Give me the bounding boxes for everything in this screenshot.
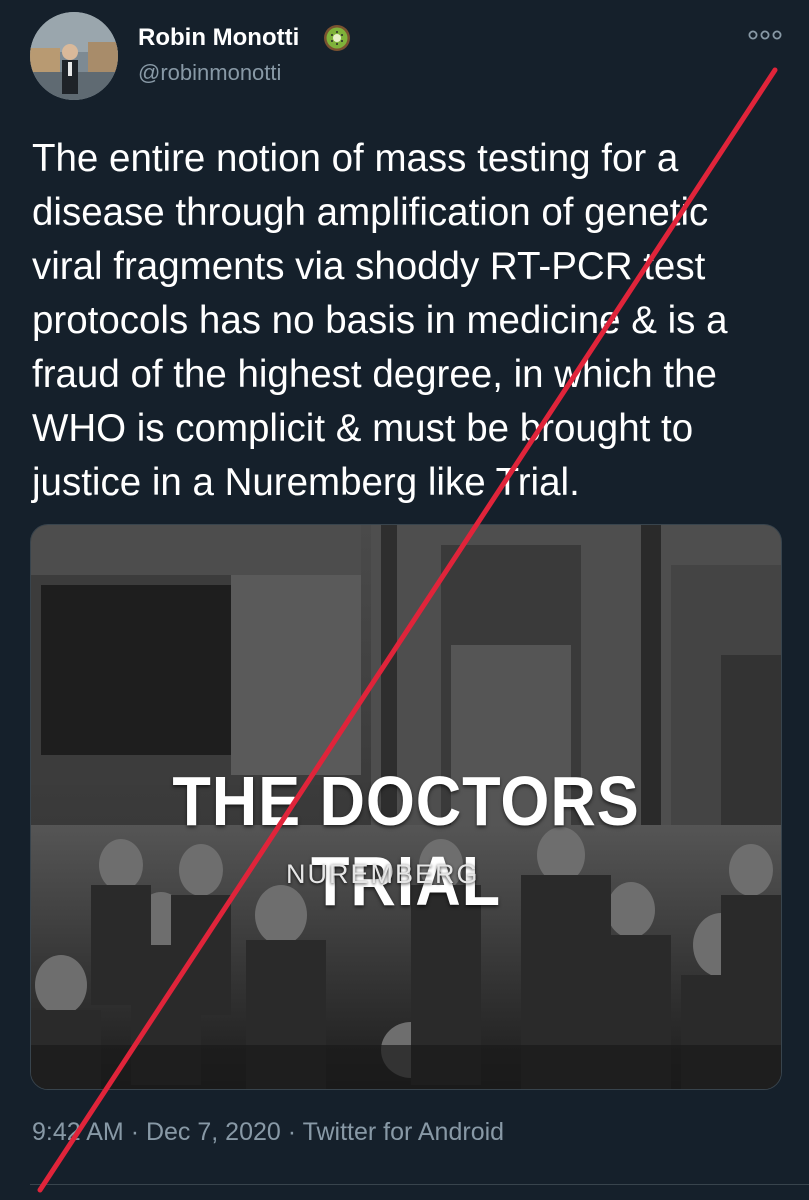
tweet-date[interactable]: Dec 7, 2020 (146, 1118, 281, 1146)
avatar[interactable] (30, 12, 118, 100)
media-title: THE DOCTORS TRIAL (172, 762, 640, 920)
more-options-icon[interactable] (748, 26, 782, 44)
author-handle[interactable]: @robinmonotti (138, 60, 281, 86)
tweet-line: viral fragments via shoddy RT-PCR test (32, 245, 706, 288)
kiwi-emoji-icon (324, 25, 350, 51)
tweet-line: justice in a Nuremberg like Trial. (32, 461, 580, 504)
media-subtitle: NUREMBERG (286, 859, 480, 889)
tweet-metadata: 9:42 AM · Dec 7, 2020 · Twitter for Andr… (32, 1118, 504, 1147)
divider (30, 1184, 809, 1185)
tweet-time[interactable]: 9:42 AM (32, 1118, 124, 1146)
meta-separator: · (287, 1118, 297, 1146)
tweet-line: The entire notion of mass testing for a (32, 137, 679, 180)
tweet-line: protocols has no basis in medicine & is … (32, 299, 728, 342)
author-name[interactable]: Robin Monotti (138, 24, 299, 52)
tweet-line: WHO is complicit & must be brought to (32, 407, 694, 450)
tweet-line: disease through amplification of genetic (32, 191, 709, 234)
tweet-line: fraud of the highest degree, in which th… (32, 353, 717, 396)
meta-separator: · (130, 1118, 140, 1146)
tweet-text: The entire notion of mass testing for a … (32, 132, 792, 510)
avatar-photo (30, 12, 118, 100)
tweet-source[interactable]: Twitter for Android (303, 1118, 504, 1146)
tweet-media-image[interactable]: THE DOCTORS TRIAL NUREMBERG (30, 524, 782, 1090)
